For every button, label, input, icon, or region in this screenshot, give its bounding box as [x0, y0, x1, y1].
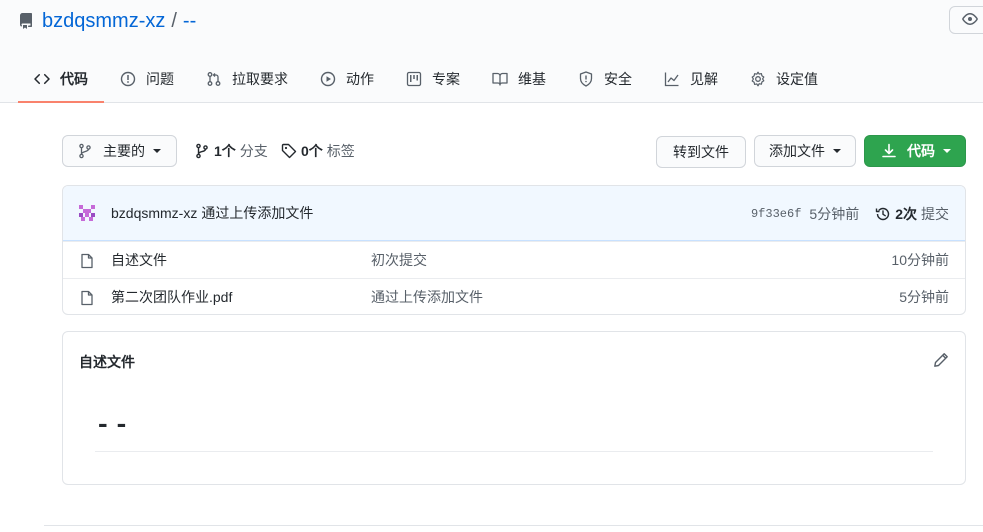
tab-label: 问题	[146, 71, 174, 87]
tab-label: 维基	[518, 71, 546, 87]
commit-count[interactable]: 2次	[895, 204, 917, 224]
readme-heading: --	[95, 410, 133, 440]
commit-count-label[interactable]: 提交	[921, 204, 949, 224]
tab-issues[interactable]: 问题	[104, 58, 190, 100]
file-icon	[79, 290, 95, 306]
tags-count: 0个	[301, 143, 323, 159]
git-branch-icon	[77, 143, 93, 159]
latest-commit-bar: bzdqsmmz-xz 通过上传添加文件 9f33e6f 5分钟前 2次 提交	[63, 186, 965, 241]
graph-icon	[664, 71, 680, 87]
tab-actions[interactable]: 动作	[304, 58, 390, 100]
gear-icon	[750, 71, 766, 87]
file-name-link[interactable]: 第二次团队作业.pdf	[111, 287, 232, 307]
tab-insights[interactable]: 见解	[648, 58, 734, 100]
play-icon	[320, 71, 336, 87]
commit-author-link[interactable]: bzdqsmmz-xz	[111, 205, 197, 221]
watch-button[interactable]	[949, 6, 983, 34]
avatar[interactable]	[77, 203, 97, 223]
repo-owner-link[interactable]: bzdqsmmz-xz	[42, 10, 165, 33]
file-age: 10分钟前	[891, 252, 949, 268]
commit-meta: 9f33e6f 5分钟前 2次 提交	[751, 186, 949, 241]
readme-panel: 自述文件 --	[62, 331, 966, 485]
table-row: 第二次团队作业.pdf 通过上传添加文件 5分钟前	[63, 278, 965, 314]
go-to-file-button[interactable]: 转到文件	[656, 136, 746, 168]
add-file-button[interactable]: 添加文件	[754, 135, 856, 167]
tab-settings[interactable]: 设定值	[734, 58, 834, 100]
book-icon	[492, 71, 508, 87]
code-dropdown-button[interactable]: 代码	[864, 135, 966, 167]
tab-label: 拉取要求	[232, 71, 288, 87]
code-icon	[34, 71, 50, 87]
shield-icon	[578, 71, 594, 87]
tab-label: 安全	[604, 71, 632, 87]
branch-label: 主要的	[103, 143, 145, 159]
tab-security[interactable]: 安全	[562, 58, 648, 100]
history-icon	[875, 206, 891, 222]
commit-time: 5分钟前	[809, 205, 860, 222]
file-icon	[79, 253, 95, 269]
tag-icon	[281, 143, 297, 159]
download-icon	[881, 143, 897, 159]
issue-opened-icon	[120, 71, 136, 87]
code-button-label: 代码	[907, 143, 935, 159]
tab-label: 设定值	[776, 71, 818, 87]
file-commit-message-link[interactable]: 通过上传添加文件	[371, 287, 483, 307]
repo-name-link[interactable]: --	[183, 10, 196, 33]
tab-wiki[interactable]: 维基	[476, 58, 562, 100]
project-icon	[406, 71, 422, 87]
file-name-link[interactable]: 自述文件	[111, 250, 167, 270]
go-to-file-label: 转到文件	[673, 144, 729, 160]
branches-count: 1个	[214, 143, 236, 159]
git-branch-icon	[194, 143, 210, 159]
branches-link[interactable]: 1个 分支	[194, 141, 268, 161]
file-age: 5分钟前	[899, 289, 949, 305]
tab-code[interactable]: 代码	[18, 58, 104, 103]
chevron-down-icon	[153, 149, 161, 153]
repo-separator: /	[171, 9, 177, 32]
file-commit-message-link[interactable]: 初次提交	[371, 250, 427, 270]
file-list: bzdqsmmz-xz 通过上传添加文件 9f33e6f 5分钟前 2次 提交 …	[62, 185, 966, 315]
chevron-down-icon	[833, 149, 841, 153]
footer-divider	[44, 525, 983, 526]
pull-request-icon	[206, 71, 222, 87]
branch-select-button[interactable]: 主要的	[62, 135, 177, 167]
commit-message-link[interactable]: 通过上传添加文件	[201, 203, 313, 223]
repo-header: bzdqsmmz-xz / -- 代码 问题 拉取要求 动作 专案 维基 安全 …	[0, 0, 983, 103]
add-file-label: 添加文件	[769, 143, 825, 159]
readme-title: 自述文件	[79, 354, 135, 370]
branches-label: 分支	[239, 143, 268, 159]
table-row: 自述文件 初次提交 10分钟前	[63, 241, 965, 278]
tab-projects[interactable]: 专案	[390, 58, 476, 100]
repo-tabs: 代码 问题 拉取要求 动作 专案 维基 安全 见解 设定值	[18, 58, 834, 103]
tags-label: 标签	[326, 143, 355, 159]
repo-title: bzdqsmmz-xz / --	[18, 8, 196, 34]
repo-icon	[18, 13, 34, 29]
tags-link[interactable]: 0个 标签	[281, 141, 355, 161]
chevron-down-icon	[943, 149, 951, 153]
commit-sha-link[interactable]: 9f33e6f	[751, 207, 801, 221]
tab-pull-requests[interactable]: 拉取要求	[190, 58, 304, 100]
tab-label: 动作	[346, 71, 374, 87]
eye-icon	[962, 11, 978, 30]
tab-label: 专案	[432, 71, 460, 87]
pencil-icon[interactable]	[933, 352, 949, 368]
tab-label: 代码	[60, 71, 88, 87]
readme-divider	[95, 451, 933, 452]
tab-label: 见解	[690, 71, 718, 87]
